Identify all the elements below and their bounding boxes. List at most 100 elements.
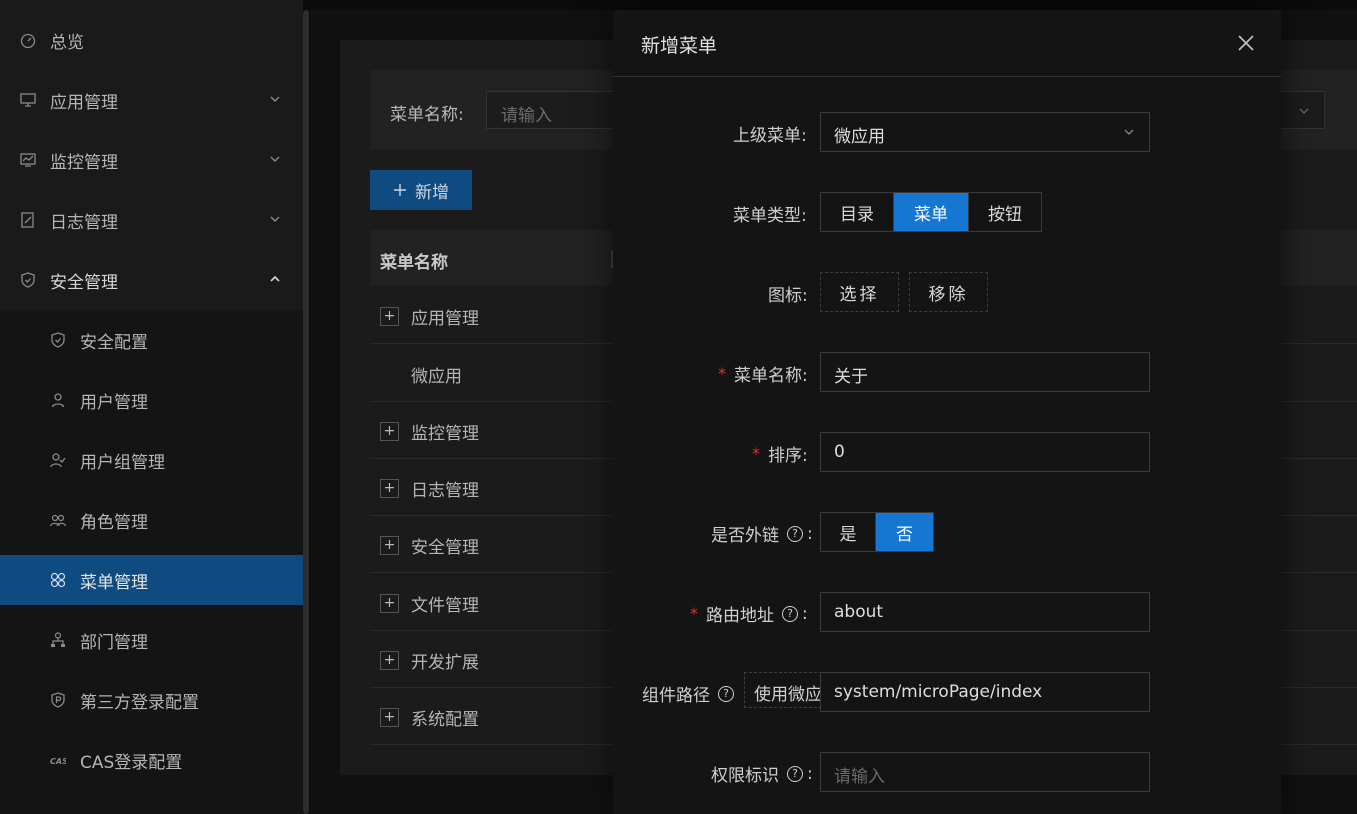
sidebar-item-security[interactable]: 安全管理 (0, 255, 303, 305)
row-label: 系统配置 (411, 710, 479, 730)
required-mark: * (718, 364, 726, 383)
menu-name-label-text: 菜单名称: (734, 366, 808, 386)
use-micro-app-button[interactable]: 使用微应 (744, 672, 822, 708)
external-link-label: 是否外链 ?: (711, 521, 813, 547)
order-input[interactable]: 0 (820, 432, 1150, 472)
row-label: 应用管理 (411, 309, 479, 329)
help-icon[interactable]: ? (718, 685, 734, 702)
icon-remove-button[interactable]: 移除 (909, 272, 988, 312)
route-label: * 路由地址 ?: (690, 601, 808, 627)
row-label: 开发扩展 (411, 653, 479, 673)
menu-grid-icon (50, 572, 66, 588)
chevron-down-icon (1299, 108, 1309, 114)
expand-icon[interactable]: + (380, 594, 399, 613)
row-label: 安全管理 (411, 538, 479, 558)
row-label: 文件管理 (411, 596, 479, 616)
external-link-radio-group: 是 否 (820, 512, 934, 552)
sidebar-item-third-party-login[interactable]: 第三方登录配置 (0, 675, 303, 725)
add-button-label: 新增 (415, 182, 449, 203)
external-link-yes[interactable]: 是 (821, 513, 876, 551)
org-icon (51, 632, 65, 647)
monitor-icon (20, 93, 36, 107)
chevron-down-icon (1124, 129, 1134, 135)
column-header-name: 菜单名称 (380, 253, 448, 273)
sidebar-item-cas-login[interactable]: CAS CAS登录配置 (0, 735, 303, 785)
shield-p-icon (51, 692, 65, 708)
menu-type-label-text: 菜单类型: (733, 206, 807, 226)
sidebar-scrollbar[interactable] (303, 10, 309, 814)
menu-type-radio-group: 目录 菜单 按钮 (820, 192, 1042, 232)
sidebar-item-departments[interactable]: 部门管理 (0, 615, 303, 665)
modal-title: 新增菜单 (641, 35, 718, 57)
sidebar-item-users[interactable]: 用户管理 (0, 375, 303, 425)
icon-label: 图标: (768, 281, 808, 306)
sidebar-item-overview[interactable]: 总览 (0, 15, 303, 65)
menu-type-directory[interactable]: 目录 (821, 193, 894, 231)
help-icon[interactable]: ? (782, 605, 798, 622)
sidebar-item-label: 用户组管理 (80, 453, 165, 473)
route-input[interactable]: about (820, 592, 1150, 632)
menu-type-menu[interactable]: 菜单 (894, 193, 969, 231)
sidebar-item-logs[interactable]: 日志管理 (0, 195, 303, 245)
sidebar-item-label: 应用管理 (50, 93, 118, 113)
parent-menu-select[interactable]: 微应用 (820, 112, 1150, 152)
parent-menu-label-text: 上级菜单: (733, 126, 807, 146)
external-link-no[interactable]: 否 (876, 513, 933, 551)
dashboard-icon (20, 33, 36, 48)
component-path-input[interactable]: system/microPage/index (820, 672, 1150, 712)
search-input[interactable]: 请输入 (486, 91, 626, 129)
required-mark: * (752, 444, 760, 463)
expand-icon[interactable]: + (380, 708, 399, 727)
help-icon[interactable]: ? (787, 765, 803, 782)
row-label: 日志管理 (411, 481, 479, 501)
shield-icon (51, 332, 65, 348)
order-label-text: 排序: (768, 446, 808, 466)
expand-icon[interactable]: + (380, 422, 399, 441)
sidebar-item-label: CAS登录配置 (80, 753, 183, 773)
cas-icon: CAS (50, 757, 66, 766)
parent-menu-value: 微应用 (834, 127, 885, 147)
expand-icon[interactable]: + (380, 536, 399, 555)
external-link-label-text: 是否外链 (711, 526, 779, 546)
chevron-down-icon (270, 96, 280, 102)
help-icon[interactable]: ? (787, 525, 803, 542)
permission-label: 权限标识 ?: (711, 761, 813, 787)
team-icon (50, 514, 66, 527)
expand-icon[interactable]: + (380, 651, 399, 670)
row-label: 微应用 (411, 367, 462, 387)
user-icon (51, 393, 65, 408)
sidebar-item-label: 安全配置 (80, 333, 148, 353)
row-label: 监控管理 (411, 424, 479, 444)
sidebar-item-apps[interactable]: 应用管理 (0, 75, 303, 125)
close-icon[interactable] (1237, 34, 1255, 52)
chevron-down-icon (270, 156, 280, 162)
sidebar: 总览 应用管理 监控管理 日志管理 安全管理 安全配置 用户管理 用户组管理 角… (0, 0, 309, 814)
menu-name-input[interactable]: 关于 (820, 352, 1150, 392)
sidebar-item-label: 监控管理 (50, 153, 118, 173)
permission-label-text: 权限标识 (711, 766, 779, 786)
chart-icon (20, 153, 36, 167)
sidebar-item-security-config[interactable]: 安全配置 (0, 315, 303, 365)
expand-icon[interactable]: + (380, 307, 399, 326)
required-mark: * (690, 604, 698, 623)
shield-icon (21, 272, 35, 288)
menu-type-button[interactable]: 按钮 (969, 193, 1041, 231)
edit-icon (21, 212, 34, 228)
icon-select-button[interactable]: 选择 (820, 272, 899, 312)
add-menu-button[interactable]: 新增 (370, 170, 472, 210)
sidebar-item-label: 总览 (50, 33, 84, 53)
expand-icon[interactable]: + (380, 479, 399, 498)
permission-input[interactable]: 请输入 (820, 752, 1150, 792)
sidebar-item-roles[interactable]: 角色管理 (0, 495, 303, 545)
icon-label-text: 图标: (768, 286, 808, 306)
order-label: * 排序: (752, 441, 808, 466)
menu-name-label: * 菜单名称: (718, 361, 808, 386)
svg-text:CAS: CAS (50, 757, 66, 766)
sidebar-item-monitor[interactable]: 监控管理 (0, 135, 303, 185)
sidebar-item-label: 角色管理 (80, 513, 148, 533)
sidebar-item-user-groups[interactable]: 用户组管理 (0, 435, 303, 485)
chevron-up-icon (270, 275, 280, 282)
sidebar-item-label: 用户管理 (80, 393, 148, 413)
sidebar-item-menus[interactable]: 菜单管理 (0, 555, 303, 605)
search-label: 菜单名称: (390, 105, 464, 125)
